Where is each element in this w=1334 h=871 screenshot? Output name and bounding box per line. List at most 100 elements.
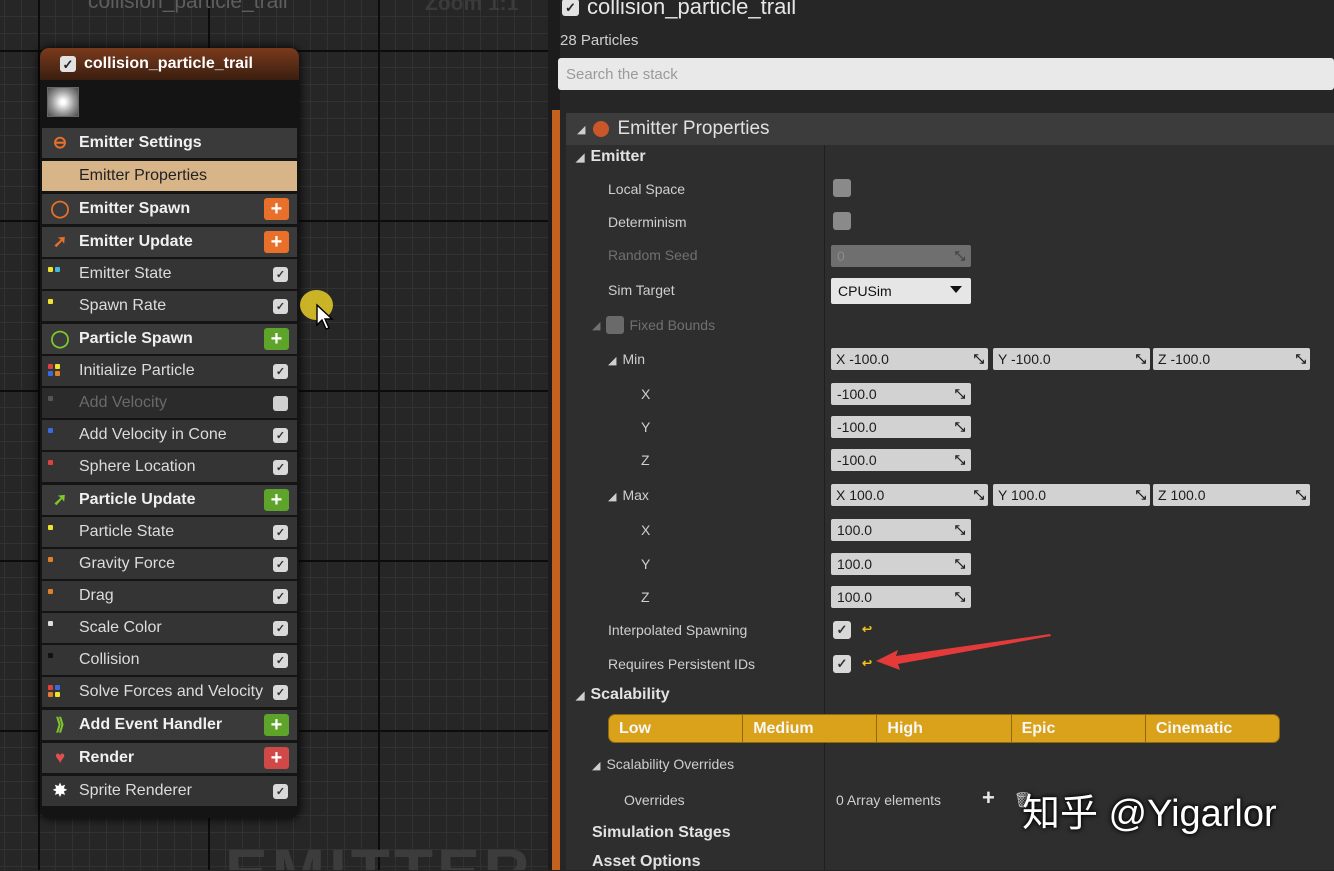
node-row-sprite-renderer[interactable]: ✸ Sprite Renderer ✓ bbox=[42, 776, 297, 806]
expand-triangle-icon[interactable]: ◢ bbox=[592, 319, 600, 332]
min-z-field[interactable]: -100.0 ⤡ bbox=[831, 449, 971, 471]
node-row-add-velocity-in-cone[interactable]: Add Velocity in Cone ✓ bbox=[42, 420, 297, 450]
min-vec-z: Z -100.0 bbox=[1158, 351, 1211, 367]
max-label: Max bbox=[622, 487, 649, 503]
module-enabled-checkbox[interactable]: ✓ bbox=[273, 395, 288, 411]
node-row-emitter-properties[interactable]: Emitter Properties bbox=[42, 161, 297, 191]
node-row-particle-update[interactable]: ➚ Particle Update + bbox=[42, 485, 297, 515]
module-enabled-checkbox[interactable]: ✓ bbox=[273, 427, 288, 443]
determinism-checkbox[interactable] bbox=[833, 212, 851, 230]
panel-emitter-checkbox[interactable]: ✓ bbox=[562, 0, 579, 16]
min-x-vector-field[interactable]: X -100.0 ⤡ bbox=[831, 348, 988, 370]
node-row-particle-spawn[interactable]: ◯ Particle Spawn + bbox=[42, 324, 297, 354]
node-row-spawn-rate[interactable]: Spawn Rate ✓ bbox=[42, 291, 297, 321]
stack-search-input[interactable] bbox=[558, 58, 1334, 90]
node-row-emitter-settings[interactable]: ⊖ Emitter Settings bbox=[42, 128, 297, 158]
column-divider[interactable] bbox=[824, 145, 825, 870]
module-enabled-checkbox[interactable]: ✓ bbox=[273, 524, 288, 540]
add-module-button[interactable]: + bbox=[264, 328, 289, 350]
node-row-scale-color[interactable]: Scale Color ✓ bbox=[42, 613, 297, 643]
node-row-solve-forces-and-velocity[interactable]: Solve Forces and Velocity ✓ bbox=[42, 677, 297, 707]
emitter-properties-header[interactable]: ◢ Emitter Properties bbox=[566, 113, 1334, 145]
module-enabled-checkbox[interactable]: ✓ bbox=[273, 266, 288, 282]
max-x-label: X bbox=[641, 522, 651, 538]
expand-triangle-icon[interactable]: ◢ bbox=[608, 490, 616, 503]
category-scalability[interactable]: ◢ Scalability bbox=[576, 686, 670, 704]
max-x-field[interactable]: 100.0 ⤡ bbox=[831, 519, 971, 541]
prop-max[interactable]: ◢ Max bbox=[608, 487, 649, 503]
emitter-graph[interactable]: collision_particle_trail Zoom 1:1 EMITTE… bbox=[0, 0, 548, 870]
node-row-label: Particle State bbox=[79, 523, 175, 540]
expand-triangle-icon[interactable]: ◢ bbox=[576, 689, 584, 702]
module-enabled-checkbox[interactable]: ✓ bbox=[273, 298, 288, 314]
collapse-triangle-icon[interactable]: ◢ bbox=[577, 123, 585, 136]
add-module-button[interactable]: + bbox=[264, 747, 289, 769]
max-z-value: 100.0 bbox=[837, 589, 873, 605]
sim-target-dropdown[interactable]: CPUSim bbox=[831, 278, 971, 304]
module-enabled-checkbox[interactable]: ✓ bbox=[273, 652, 288, 668]
node-row-label: Spawn Rate bbox=[79, 297, 167, 314]
module-enabled-checkbox[interactable]: ✓ bbox=[273, 620, 288, 636]
category-emitter-label: Emitter bbox=[590, 148, 646, 165]
scalability-level-epic[interactable]: Epic bbox=[1012, 715, 1146, 742]
node-row-collision[interactable]: Collision ✓ bbox=[42, 645, 297, 675]
node-row-emitter-update[interactable]: ➚ Emitter Update + bbox=[42, 227, 297, 257]
max-y-field[interactable]: 100.0 ⤡ bbox=[831, 553, 971, 575]
category-asset-options[interactable]: Asset Options bbox=[592, 853, 700, 871]
node-row-initialize-particle[interactable]: Initialize Particle ✓ bbox=[42, 356, 297, 386]
min-y-field[interactable]: -100.0 ⤡ bbox=[831, 416, 971, 438]
node-row-label: Emitter Spawn bbox=[79, 200, 191, 217]
node-header[interactable]: ✓ collision_particle_trail bbox=[40, 48, 299, 80]
add-element-icon[interactable]: + bbox=[982, 785, 995, 811]
scalability-level-medium[interactable]: Medium bbox=[743, 715, 878, 742]
category-simulation-stages[interactable]: Simulation Stages bbox=[592, 824, 731, 842]
node-row-render[interactable]: ♥ Render + bbox=[42, 743, 297, 773]
emitter-enabled-checkbox[interactable]: ✓ bbox=[60, 56, 76, 72]
max-y-vector-field[interactable]: Y 100.0 ⤡ bbox=[993, 484, 1150, 506]
fixed-bounds-checkbox[interactable] bbox=[606, 316, 625, 334]
node-row-label: Scale Color bbox=[79, 619, 162, 636]
max-z-field[interactable]: 100.0 ⤡ bbox=[831, 586, 971, 608]
prop-scalability-overrides[interactable]: ◢ Scalability Overrides bbox=[592, 756, 734, 772]
prop-min[interactable]: ◢ Min bbox=[608, 351, 645, 367]
interpolated-spawning-checkbox[interactable]: ✓ bbox=[833, 621, 851, 639]
module-enabled-checkbox[interactable]: ✓ bbox=[273, 556, 288, 572]
expand-triangle-icon[interactable]: ◢ bbox=[576, 151, 584, 164]
node-row-sphere-location[interactable]: Sphere Location ✓ bbox=[42, 452, 297, 482]
module-enabled-checkbox[interactable]: ✓ bbox=[273, 459, 288, 475]
expand-triangle-icon[interactable]: ◢ bbox=[592, 759, 600, 772]
requires-persistent-ids-checkbox[interactable]: ✓ bbox=[833, 655, 851, 673]
add-module-button[interactable]: + bbox=[264, 198, 289, 220]
add-module-button[interactable]: + bbox=[264, 489, 289, 511]
random-seed-field: 0 ⤡ bbox=[831, 245, 971, 267]
module-enabled-checkbox[interactable]: ✓ bbox=[273, 588, 288, 604]
max-z-vector-field[interactable]: Z 100.0 ⤡ bbox=[1153, 484, 1310, 506]
node-row-label: Add Velocity in Cone bbox=[79, 426, 227, 443]
min-z-vector-field[interactable]: Z -100.0 ⤡ bbox=[1153, 348, 1310, 370]
category-emitter[interactable]: ◢ Emitter bbox=[576, 148, 646, 166]
node-row-drag[interactable]: Drag ✓ bbox=[42, 581, 297, 611]
scalability-level-low[interactable]: Low bbox=[609, 715, 744, 742]
add-module-button[interactable]: + bbox=[264, 714, 289, 736]
drag-arrows-icon: ⤡ bbox=[973, 351, 984, 366]
node-row-particle-state[interactable]: Particle State ✓ bbox=[42, 517, 297, 547]
scalability-level-high[interactable]: High bbox=[877, 715, 1012, 742]
module-enabled-checkbox[interactable]: ✓ bbox=[273, 684, 288, 700]
add-module-button[interactable]: + bbox=[264, 231, 289, 253]
min-y-vector-field[interactable]: Y -100.0 ⤡ bbox=[993, 348, 1150, 370]
node-row-add-event-handler[interactable]: ⟫ Add Event Handler + bbox=[42, 710, 297, 740]
node-row-add-velocity[interactable]: Add Velocity ✓ bbox=[42, 388, 297, 418]
module-enabled-checkbox[interactable]: ✓ bbox=[273, 363, 288, 379]
emitter-properties-icon bbox=[593, 121, 610, 137]
module-enabled-checkbox[interactable]: ✓ bbox=[273, 783, 288, 799]
prop-fixed-bounds[interactable]: ◢ Fixed Bounds bbox=[592, 316, 715, 334]
emitter-node[interactable]: ✓ collision_particle_trail ⊖ Emitter Sett… bbox=[40, 48, 299, 818]
node-row-emitter-spawn[interactable]: ◯ Emitter Spawn + bbox=[42, 194, 297, 224]
min-x-field[interactable]: -100.0 ⤡ bbox=[831, 383, 971, 405]
node-row-gravity-force[interactable]: Gravity Force ✓ bbox=[42, 549, 297, 579]
local-space-checkbox[interactable] bbox=[833, 179, 851, 197]
max-x-vector-field[interactable]: X 100.0 ⤡ bbox=[831, 484, 988, 506]
scalability-level-cinematic[interactable]: Cinematic bbox=[1146, 715, 1279, 742]
expand-triangle-icon[interactable]: ◢ bbox=[608, 354, 616, 367]
node-row-emitter-state[interactable]: Emitter State ✓ bbox=[42, 259, 297, 289]
